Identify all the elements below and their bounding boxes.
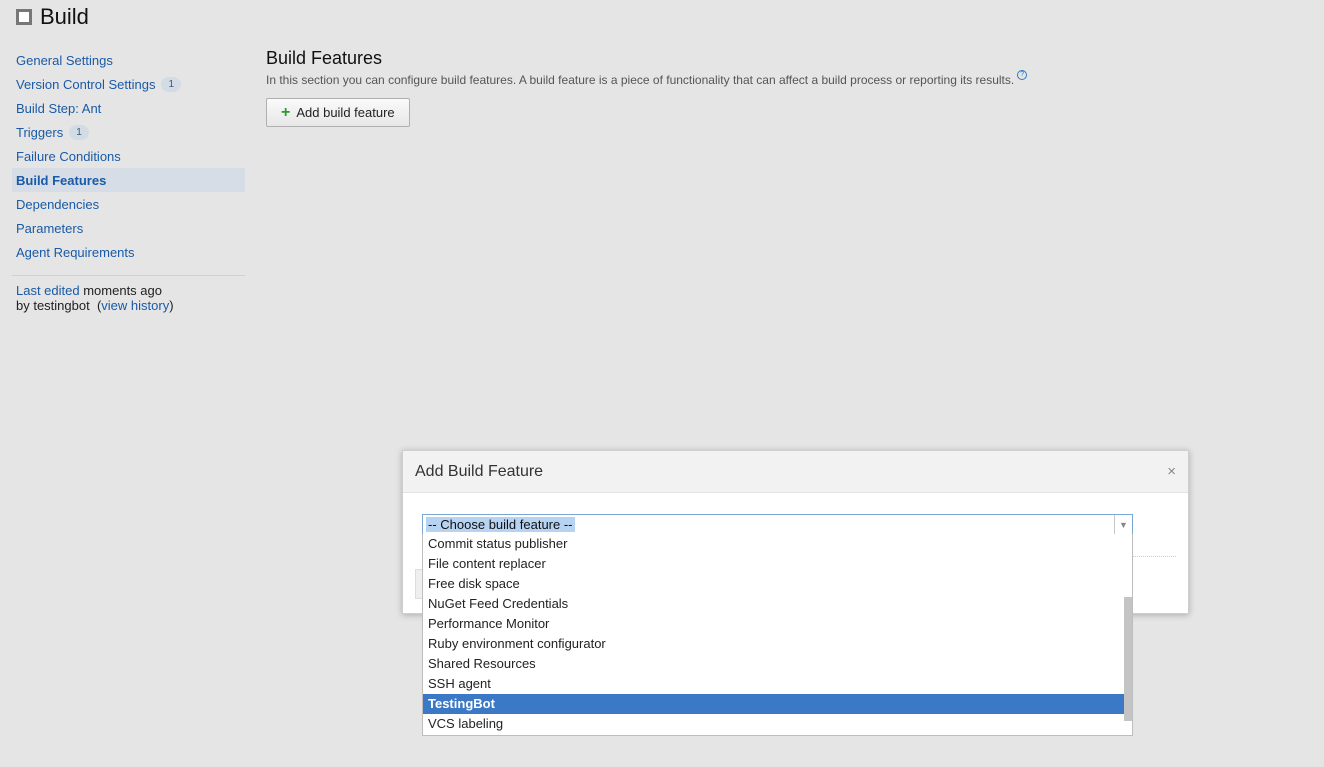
sidebar-item-label: Version Control Settings	[16, 76, 156, 92]
sidebar-item-general-settings[interactable]: General Settings	[12, 48, 245, 72]
sidebar-item-label: Triggers	[16, 124, 64, 140]
build-feature-select[interactable]: -- Choose build feature -- ▼	[422, 514, 1133, 535]
dropdown-option[interactable]: File content replacer	[423, 554, 1124, 574]
add-build-feature-button[interactable]: + Add build feature	[266, 98, 410, 127]
count-badge: 1	[69, 124, 89, 140]
dropdown-option-highlighted[interactable]: TestingBot	[423, 694, 1124, 714]
section-title: Build Features	[266, 48, 383, 68]
sidebar-item-build-features[interactable]: Build Features	[12, 168, 245, 192]
sidebar-item-label: Failure Conditions	[16, 148, 121, 164]
sidebar-item-version-control-settings[interactable]: Version Control Settings 1	[12, 72, 245, 96]
sidebar-item-label: Build Features	[16, 172, 107, 188]
dropdown-option[interactable]: Shared Resources	[423, 654, 1124, 674]
sidebar-item-failure-conditions[interactable]: Failure Conditions	[12, 144, 245, 168]
select-current-value: -- Choose build feature --	[426, 517, 575, 532]
dropdown-option[interactable]: Ruby environment configurator	[423, 634, 1124, 654]
sidebar-item-label: Dependencies	[16, 196, 100, 212]
dialog-header: Add Build Feature ×	[403, 451, 1188, 493]
plus-icon: +	[281, 103, 291, 121]
sidebar-item-label: Parameters	[16, 220, 84, 236]
sidebar-item-agent-requirements[interactable]: Agent Requirements	[12, 240, 245, 264]
sidebar-item-label: General Settings	[16, 52, 113, 68]
last-edited-by: by testingbot	[16, 298, 90, 313]
dropdown-option[interactable]: Free disk space	[423, 574, 1124, 594]
add-build-feature-label: Add build feature	[296, 105, 395, 120]
sidebar-divider	[12, 275, 245, 276]
sidebar-item-dependencies[interactable]: Dependencies	[12, 192, 245, 216]
main-content: Build Features In this section you can c…	[266, 48, 1306, 127]
view-history-link[interactable]: view history	[101, 298, 169, 313]
sidebar-item-label: Agent Requirements	[16, 244, 135, 260]
last-edited-link[interactable]: Last edited	[16, 283, 80, 298]
chevron-down-icon[interactable]: ▼	[1114, 515, 1132, 534]
paren-close: )	[169, 298, 174, 313]
dialog-title: Add Build Feature	[415, 462, 544, 480]
page-title: Build	[40, 4, 89, 29]
dropdown-option[interactable]: Commit status publisher	[423, 534, 1124, 554]
build-feature-dropdown-list: Commit status publisher File content rep…	[422, 534, 1133, 736]
build-status-icon	[16, 9, 32, 25]
dropdown-scrollbar[interactable]	[1124, 597, 1132, 721]
sidebar-item-parameters[interactable]: Parameters	[12, 216, 245, 240]
dropdown-option[interactable]: Performance Monitor	[423, 614, 1124, 634]
sidebar-item-build-step-ant[interactable]: Build Step: Ant	[12, 96, 245, 120]
dropdown-option[interactable]: SSH agent	[423, 674, 1124, 694]
description-text: In this section you can configure build …	[266, 73, 1015, 87]
dropdown-option[interactable]: NuGet Feed Credentials	[423, 594, 1124, 614]
last-edited-time: moments ago	[79, 283, 162, 298]
sidebar-item-triggers[interactable]: Triggers 1	[12, 120, 245, 144]
last-edited-info: Last edited moments ago by testingbot (v…	[12, 283, 245, 313]
sidebar-item-label: Build Step: Ant	[16, 100, 102, 116]
close-icon[interactable]: ×	[1167, 463, 1176, 480]
count-badge: 1	[161, 76, 182, 92]
section-description: In this section you can configure build …	[266, 70, 1306, 87]
dropdown-option[interactable]: VCS labeling	[423, 714, 1124, 734]
sidebar: General Settings Version Control Setting…	[12, 48, 245, 313]
help-icon[interactable]: ?	[1017, 70, 1028, 80]
page-header: Build	[16, 4, 89, 30]
